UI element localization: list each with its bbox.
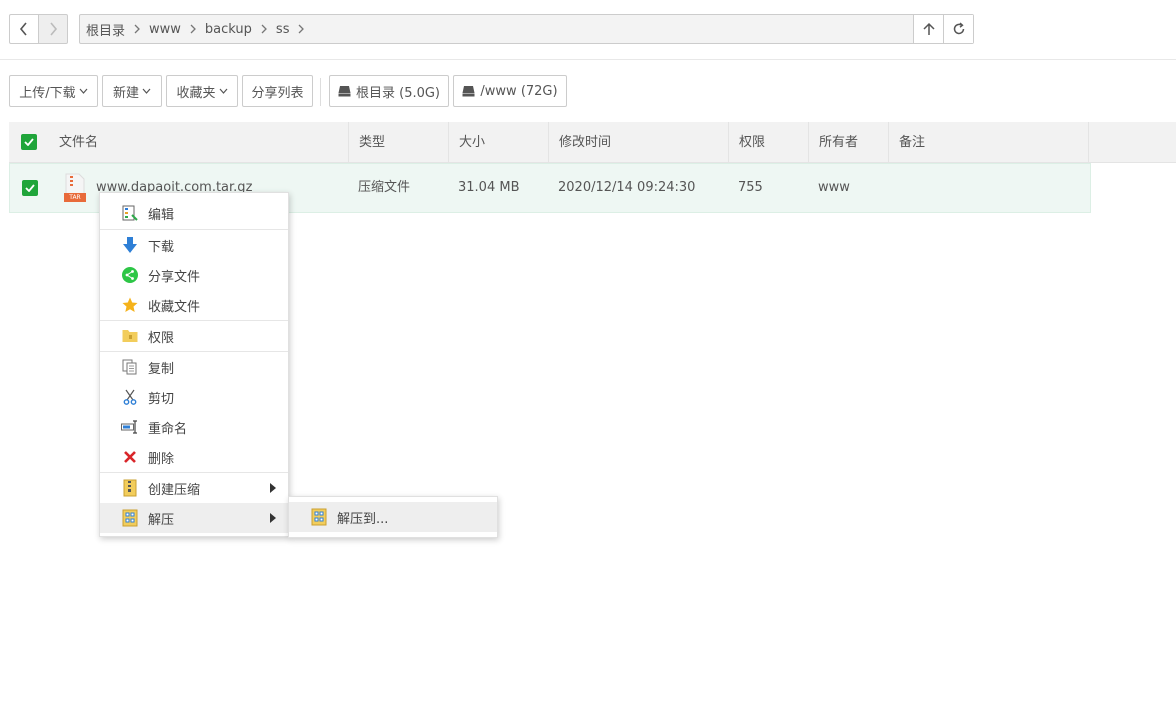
column-header-mtime[interactable]: 修改时间 bbox=[549, 122, 729, 163]
menu-item-cut-label: 剪切 bbox=[148, 391, 175, 407]
menu-item-favorite-label: 收藏文件 bbox=[148, 299, 201, 315]
disk-root-button[interactable]: 根目录 (5.0G) bbox=[329, 75, 449, 107]
new-label: 新建 bbox=[112, 85, 139, 101]
share-list-button[interactable]: 分享列表 bbox=[242, 75, 313, 107]
favorites-button[interactable]: 收藏夹 bbox=[166, 75, 238, 107]
file-owner: www bbox=[818, 180, 850, 195]
file-permission[interactable]: 755 bbox=[728, 164, 763, 212]
column-header-note[interactable]: 备注 bbox=[889, 122, 1089, 163]
menu-item-compress-label: 创建压缩 bbox=[148, 482, 201, 498]
download-arrow-icon bbox=[121, 236, 139, 254]
extract-icon bbox=[310, 508, 328, 526]
disk-icon bbox=[338, 85, 351, 97]
upload-download-label: 上传/下载 bbox=[19, 85, 76, 101]
column-header-name[interactable]: 文件名 bbox=[49, 122, 349, 163]
new-button[interactable]: 新建 bbox=[102, 75, 162, 107]
menu-item-rename-label: 重命名 bbox=[148, 421, 188, 437]
menu-item-extract[interactable]: 解压 bbox=[100, 503, 288, 533]
file-note[interactable] bbox=[888, 164, 898, 212]
menu-item-share-label: 分享文件 bbox=[148, 269, 201, 285]
favorites-label: 收藏夹 bbox=[176, 85, 216, 101]
breadcrumb-ss[interactable]: ss bbox=[276, 22, 290, 37]
file-mtime: 2020/12/14 09:24:30 bbox=[558, 180, 696, 195]
column-header-type[interactable]: 类型 bbox=[349, 122, 449, 163]
tar-file-icon: TAR bbox=[63, 173, 87, 203]
copy-icon bbox=[121, 358, 139, 376]
back-button[interactable] bbox=[9, 14, 39, 44]
refresh-button[interactable] bbox=[943, 15, 973, 43]
menu-item-extract-to-label: 解压到... bbox=[337, 511, 389, 527]
menu-item-edit[interactable]: 编辑 bbox=[100, 198, 288, 228]
chevron-right-icon bbox=[261, 24, 267, 34]
breadcrumb-root[interactable]: 根目录 bbox=[86, 20, 125, 39]
tar-icon-label: TAR bbox=[69, 194, 81, 201]
folder-lock-icon bbox=[121, 327, 139, 345]
archive-icon bbox=[121, 479, 139, 497]
file-size: 31.04 MB bbox=[458, 180, 520, 195]
extract-submenu: 解压到... bbox=[288, 496, 498, 538]
disk-www-label: /www (72G) bbox=[480, 83, 558, 99]
menu-item-share[interactable]: 分享文件 bbox=[100, 260, 288, 290]
chevron-right-icon bbox=[190, 24, 196, 34]
menu-item-extract-label: 解压 bbox=[148, 512, 175, 528]
disk-root-label: 根目录 (5.0G) bbox=[355, 85, 441, 101]
column-header-owner[interactable]: 所有者 bbox=[809, 122, 889, 163]
menu-item-cut[interactable]: 剪切 bbox=[100, 382, 288, 412]
menu-item-permission[interactable]: 权限 bbox=[100, 321, 288, 351]
star-icon bbox=[121, 296, 139, 314]
path-bar[interactable]: 根目录 www backup ss bbox=[79, 14, 974, 44]
column-header-permission[interactable]: 权限 bbox=[729, 122, 809, 163]
column-header-size[interactable]: 大小 bbox=[449, 122, 549, 163]
share-list-label: 分享列表 bbox=[251, 85, 304, 101]
scissors-icon bbox=[121, 388, 139, 406]
refresh-icon bbox=[953, 22, 964, 35]
menu-item-extract-to[interactable]: 解压到... bbox=[289, 502, 497, 532]
chevron-right-icon bbox=[298, 24, 305, 34]
submenu-arrow-icon bbox=[270, 483, 276, 493]
check-icon bbox=[25, 184, 35, 192]
menu-item-copy[interactable]: 复制 bbox=[100, 352, 288, 382]
row-checkbox[interactable] bbox=[22, 180, 38, 196]
menu-item-edit-label: 编辑 bbox=[148, 207, 175, 223]
menu-item-rename[interactable]: 重命名 bbox=[100, 412, 288, 442]
menu-item-favorite[interactable]: 收藏文件 bbox=[100, 290, 288, 320]
menu-item-copy-label: 复制 bbox=[148, 361, 175, 377]
menu-item-delete-label: 删除 bbox=[148, 451, 175, 467]
context-menu: 编辑 下载 分享文件 收藏文件 权限 复制 剪切 重命名 删除 创建压缩 解压 bbox=[99, 192, 289, 537]
menu-item-download[interactable]: 下载 bbox=[100, 230, 288, 260]
upload-download-button[interactable]: 上传/下载 bbox=[9, 75, 98, 107]
menu-item-download-label: 下载 bbox=[148, 239, 175, 255]
disk-www-button[interactable]: /www (72G) bbox=[453, 75, 567, 107]
chevron-right-icon bbox=[50, 22, 58, 36]
up-directory-button[interactable] bbox=[913, 15, 943, 43]
divider bbox=[0, 59, 1176, 60]
menu-item-delete[interactable]: 删除 bbox=[100, 442, 288, 472]
file-table-header: 文件名 类型 大小 修改时间 权限 所有者 备注 bbox=[9, 122, 1176, 163]
submenu-arrow-icon bbox=[270, 513, 276, 523]
extract-icon bbox=[121, 509, 139, 527]
check-icon bbox=[24, 138, 34, 146]
chevron-down-icon bbox=[79, 88, 88, 94]
share-icon bbox=[121, 266, 139, 284]
menu-item-permission-label: 权限 bbox=[148, 330, 175, 346]
disk-icon bbox=[462, 85, 475, 97]
toolbar-divider bbox=[320, 78, 321, 106]
file-type: 压缩文件 bbox=[358, 180, 411, 195]
chevron-down-icon bbox=[142, 88, 151, 94]
forward-button[interactable] bbox=[38, 14, 68, 44]
breadcrumb-backup[interactable]: backup bbox=[205, 22, 252, 37]
select-all-checkbox[interactable] bbox=[21, 134, 37, 150]
arrow-up-icon bbox=[922, 22, 935, 35]
chevron-left-icon bbox=[19, 22, 27, 36]
edit-icon bbox=[121, 204, 139, 222]
menu-item-compress[interactable]: 创建压缩 bbox=[100, 473, 288, 503]
breadcrumb-www[interactable]: www bbox=[149, 22, 181, 37]
delete-x-icon bbox=[121, 448, 139, 466]
rename-icon bbox=[121, 418, 139, 436]
chevron-down-icon bbox=[219, 88, 228, 94]
chevron-right-icon bbox=[134, 24, 140, 34]
breadcrumb: 根目录 www backup ss bbox=[80, 15, 913, 43]
